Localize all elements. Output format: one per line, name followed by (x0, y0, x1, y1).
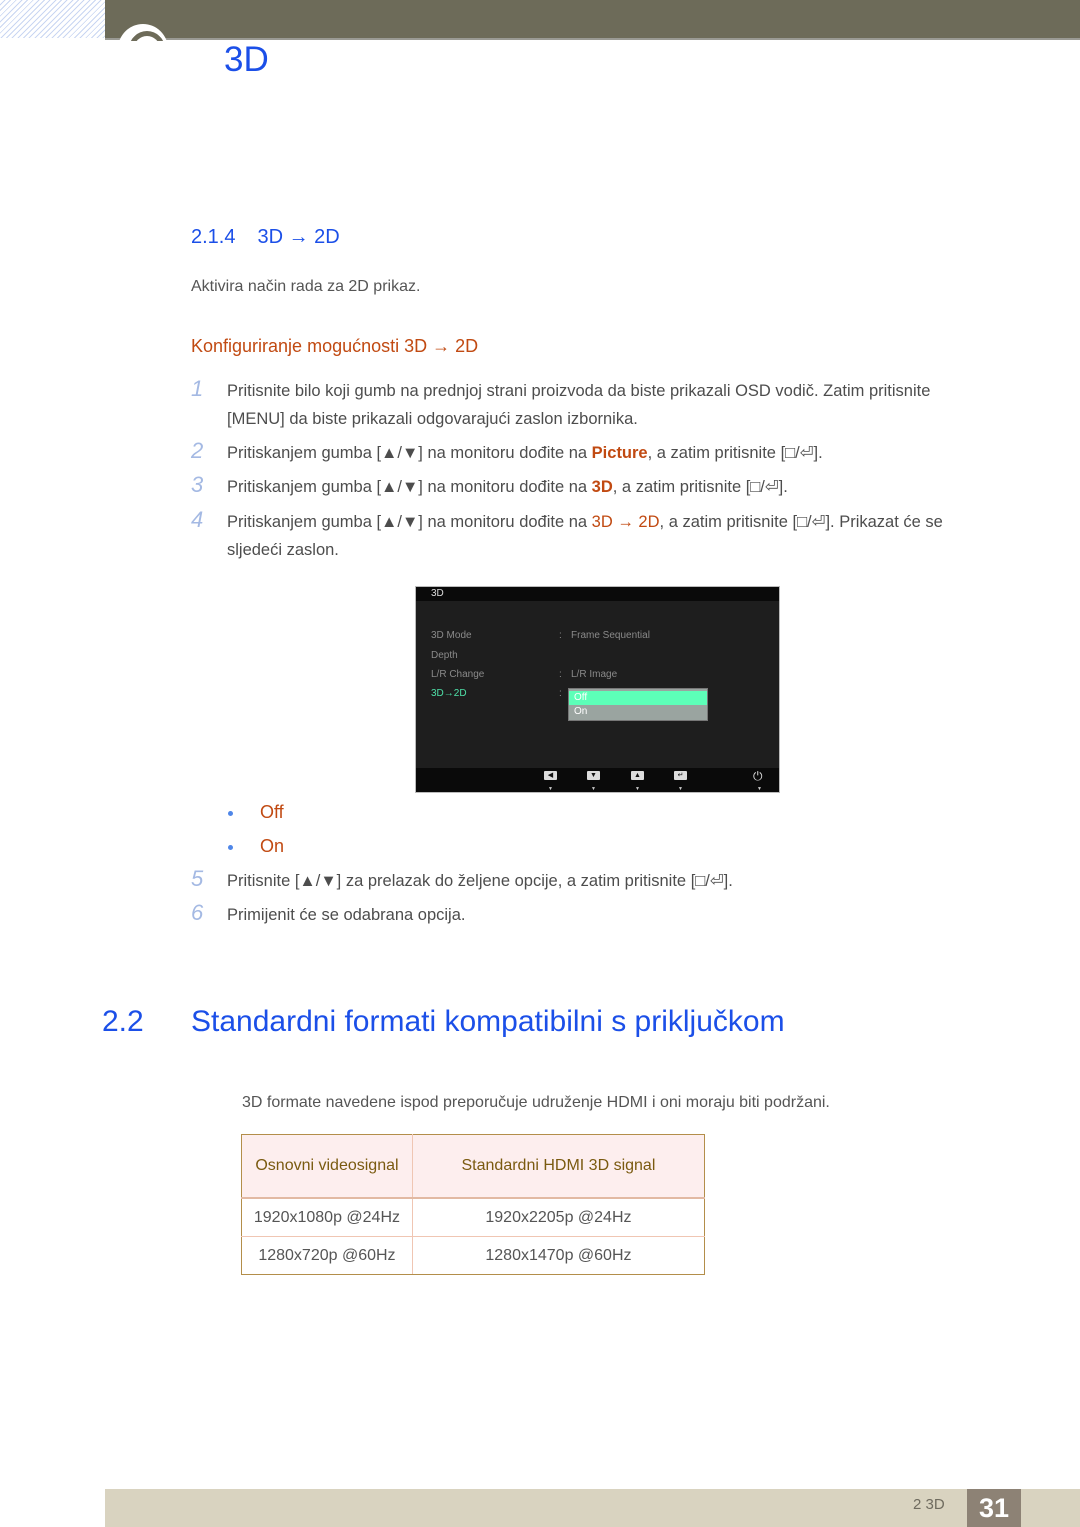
section-title: 3D → 2D (257, 226, 340, 248)
power-icon: ⏻ (753, 769, 763, 783)
step-text: , a zatim pritisnite [□/⏎]. (612, 478, 788, 496)
osd-title: 3D (431, 588, 444, 599)
section-title: Standardni formati kompatibilni s priklj… (191, 1005, 785, 1038)
table-row: 1920x1080p @24Hz 1920x2205p @24Hz (241, 1198, 705, 1237)
caret-down-icon: ▼ (757, 786, 762, 792)
menu-item-3d-to-2d: 3D → 2D (591, 513, 660, 531)
osd-colon: : (559, 669, 562, 680)
option-bullet-on: On (228, 836, 284, 857)
step-text: Pritisnite [▲/▼] za prelazak do željene … (227, 872, 733, 890)
table-cell: 1920x2205p @24Hz (411, 1198, 705, 1237)
bullet-icon (228, 810, 233, 816)
step-text-line2: [MENU] da biste prikazali odgovarajući z… (227, 410, 638, 428)
osd-colon: : (559, 630, 562, 641)
step-text: Pritiskanjem gumba [▲/▼] na monitoru dođ… (227, 478, 592, 496)
step-number: 6 (191, 900, 204, 925)
table-cell: 1280x1470p @60Hz (411, 1236, 705, 1275)
up-arrow-icon: ▲ (631, 771, 644, 780)
menu-item-picture: Picture (591, 444, 648, 462)
table-header-row: Osnovni videosignal Standardni HDMI 3D s… (241, 1134, 705, 1199)
osd-value-3d-mode: Frame Sequential (571, 630, 650, 641)
osd-option-on: On (574, 706, 588, 717)
caret-down-icon: ▼ (591, 786, 596, 792)
table-cell: 1280x720p @60Hz (241, 1236, 413, 1275)
step-number: 2 (191, 438, 204, 463)
osd-row-lr-change: L/R Change (431, 669, 485, 680)
osd-option-off: Off (569, 691, 707, 705)
header-band (105, 0, 1080, 40)
enter-icon: ↵ (674, 771, 687, 780)
menu-item-3d: 3D (591, 478, 613, 496)
table-cell: 1920x1080p @24Hz (241, 1198, 413, 1237)
step-text: , a zatim pritisnite [□/⏎]. (647, 444, 823, 462)
table-header-cell: Osnovni videosignal (241, 1134, 413, 1199)
osd-colon: : (559, 688, 562, 699)
step-text-line2: sljedeći zaslon. (227, 541, 339, 559)
chapter-number-glyph (121, 24, 168, 41)
step-number: 3 (191, 472, 204, 497)
formats-table: Osnovni videosignal Standardni HDMI 3D s… (241, 1134, 705, 1275)
caret-down-icon: ▼ (678, 786, 683, 792)
page-number: 31 (967, 1489, 1021, 1527)
subheading-configure: Konfiguriranje mogućnosti 3D → 2D (191, 336, 479, 356)
osd-row-3d-to-2d: 3D→2D (431, 688, 467, 699)
osd-row-3d-mode: 3D Mode (431, 630, 472, 641)
table-row: 1280x720p @60Hz 1280x1470p @60Hz (241, 1236, 705, 1275)
step-number: 1 (191, 376, 204, 401)
section-heading-2-2: 2.2 Standardni formati kompatibilni s pri… (102, 1005, 785, 1039)
chapter-title: 3D (224, 40, 269, 79)
caret-down-icon: ▼ (635, 786, 640, 792)
option-label: On (260, 836, 285, 856)
left-arrow-icon: ◀ (544, 771, 557, 780)
osd-dropdown: Off On (568, 688, 708, 721)
section-note: 3D formate navedene ispod preporučuje ud… (242, 1094, 830, 1111)
down-arrow-icon: ▼ (587, 771, 600, 780)
step-text: Pritiskanjem gumba [▲/▼] na monitoru dođ… (227, 444, 592, 462)
option-bullet-off: Off (228, 802, 284, 823)
option-label: Off (260, 802, 284, 822)
step-text: Pritiskanjem gumba [▲/▼] na monitoru dođ… (227, 513, 592, 531)
table-header-cell: Standardni HDMI 3D signal (411, 1134, 705, 1199)
chapter-number-badge (118, 24, 168, 41)
osd-screen: 3D 3D Mode : Frame Sequential Depth L/R … (415, 586, 780, 793)
step-number: 5 (191, 866, 204, 891)
bullet-icon (228, 844, 233, 850)
header-hatch-pattern (0, 0, 105, 38)
section-heading-2-1-4: 2.1.4 3D → 2D (191, 226, 340, 249)
section-number: 2.1.4 (191, 226, 236, 248)
section-intro: Aktivira način rada za 2D prikaz. (191, 278, 421, 295)
step-text: , a zatim pritisnite [□/⏎]. Prikazat će … (659, 513, 943, 531)
osd-header: 3D (416, 587, 779, 601)
section-number: 2.2 (102, 1005, 144, 1038)
step-number: 4 (191, 507, 204, 532)
caret-down-icon: ▼ (548, 786, 553, 792)
osd-value-lr-change: L/R Image (571, 669, 618, 680)
step-text-line1: Pritisnite bilo koji gumb na prednjoj st… (227, 382, 931, 400)
osd-footer: ◀ ▼ ▲ ↵ ⏻ ▼ ▼ ▼ ▼ ▼ (416, 768, 779, 792)
step-text: Primijenit će se odabrana opcija. (227, 906, 466, 924)
footer-section-label: 2 3D (913, 1496, 945, 1513)
osd-row-depth: Depth (431, 650, 458, 661)
